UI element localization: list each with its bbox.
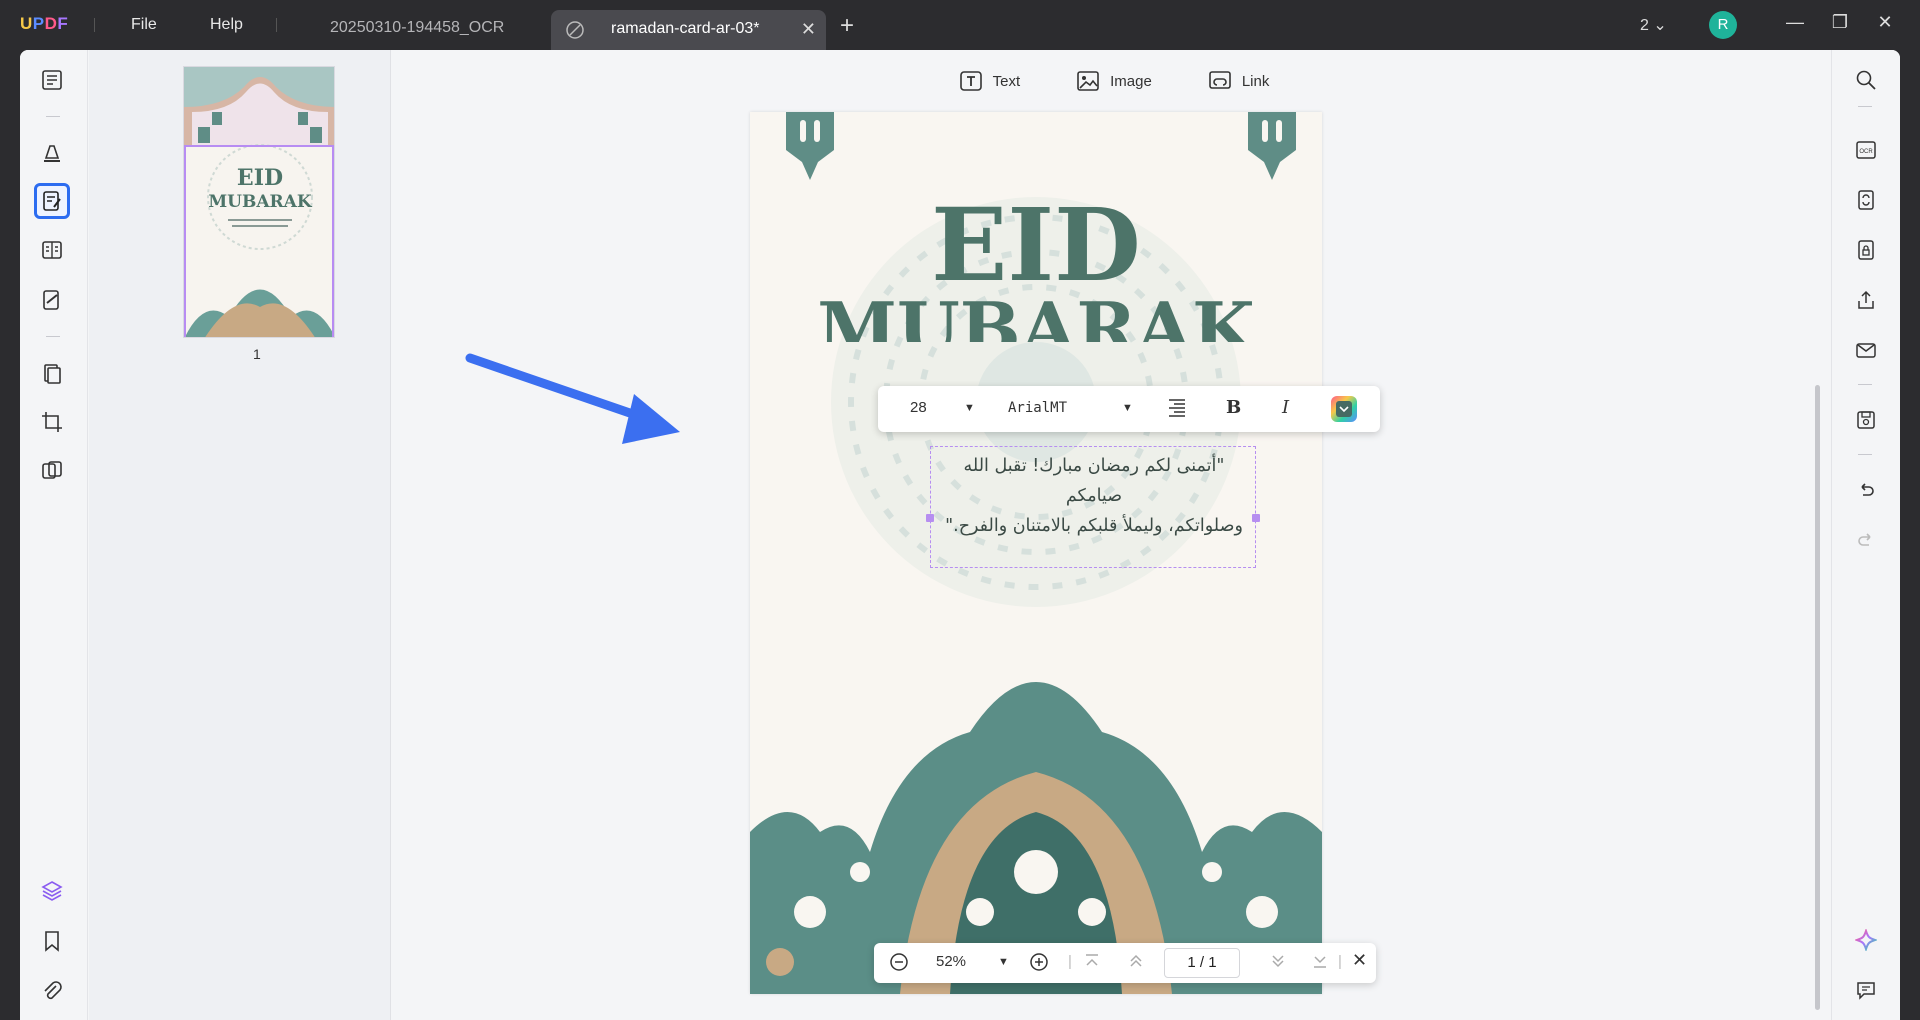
app-logo: UPDF [20,14,69,33]
ai-assistant-icon[interactable] [1852,926,1880,954]
next-page-icon[interactable] [1268,951,1288,975]
bookmark-icon[interactable] [34,923,70,959]
arabic-line-1: "أتمنى لكم رمضان مبارك! تقبل الله صيامكم [963,456,1225,506]
page-number-input[interactable]: 1 / 1 [1164,948,1240,978]
window-count-value: 2 [1640,17,1649,34]
fill-sign-icon[interactable] [34,282,70,318]
close-icon[interactable]: ✕ [801,19,816,40]
edit-toolbar: Text Image Link [392,50,1832,112]
protect-icon[interactable] [1852,236,1880,264]
add-text-button[interactable]: Text [959,69,1021,93]
avatar[interactable]: R [1709,11,1737,39]
last-page-icon[interactable] [1310,951,1330,975]
redo-icon[interactable] [1852,526,1880,554]
previous-page-icon[interactable] [1126,951,1146,975]
close-window-icon[interactable]: ✕ [1873,12,1897,36]
comments-icon[interactable] [1852,976,1880,1004]
add-tab-icon[interactable]: + [840,12,854,40]
svg-text:OCR: OCR [1859,149,1873,155]
convert-icon[interactable] [1852,186,1880,214]
separator [94,18,95,32]
title-bar: UPDF File Help 20250310-194458_OCR ramad… [0,0,1920,50]
zoom-in-icon[interactable] [1028,951,1050,977]
divider [46,336,60,337]
arabic-greeting-text[interactable]: "أتمنى لكم رمضان مبارك! تقبل الله صيامكم… [943,451,1245,541]
tab-ocr-document[interactable]: 20250310-194458_OCR [330,19,504,37]
document-canvas: Text Image Link EID MUBARAK "أتمنى لكم ر… [392,50,1832,1020]
chevron-down-icon[interactable]: ▼ [964,402,975,414]
add-link-label: Link [1241,72,1270,90]
arabic-line-2: وصلواتكم، وليملأ قلبكم بالامتنان والفرح.… [945,516,1243,536]
minimize-icon[interactable]: — [1783,12,1807,36]
ocr-icon[interactable]: OCR [1852,136,1880,164]
first-page-icon[interactable] [1082,951,1102,975]
add-text-label: Text [992,72,1021,90]
color-picker-icon [1331,396,1357,422]
reader-mode-icon[interactable] [34,62,70,98]
divider [46,116,60,117]
left-toolbar [20,50,88,1020]
zoom-out-icon[interactable] [888,951,910,977]
page-thumbnail[interactable]: EID MUBARAK [183,66,335,338]
thumbnail-panel: EID MUBARAK 1 [89,50,391,1020]
chevron-down-icon: ⌄ [1653,17,1667,34]
chevron-down-icon[interactable]: ▼ [1122,402,1133,414]
zoom-level-select[interactable]: 52% [936,953,966,970]
email-icon[interactable] [1852,336,1880,364]
page-navigation-bar: 52% ▼ | 1 / 1 | ✕ [874,943,1376,983]
font-size-select[interactable]: 28 [910,399,927,416]
thumbnail-selection [184,145,334,337]
restore-icon[interactable]: ❐ [1828,12,1852,36]
text-color-picker[interactable] [1330,395,1358,427]
image-tool-icon [1077,71,1099,91]
chevron-down-icon[interactable]: ▼ [998,956,1009,968]
separator [276,18,277,32]
share-icon[interactable] [1852,286,1880,314]
resize-handle-left[interactable] [926,514,934,522]
vertical-scrollbar[interactable] [1815,385,1820,1010]
page-tools-icon[interactable] [34,356,70,392]
search-icon[interactable] [1852,66,1880,94]
tab-ramadan-card[interactable]: ramadan-card-ar-03* ✕ [551,10,826,50]
edit-pen-icon [566,21,584,39]
separator: | [1068,953,1072,970]
text-tool-icon [959,71,982,91]
divider [1858,106,1872,107]
text-format-toolbar: 28 ▼ ArialMT ▼ B I [878,386,1380,432]
card-title-mubarak[interactable]: MUBARAK [750,284,1322,342]
link-tool-icon [1209,71,1231,89]
undo-icon[interactable] [1852,476,1880,504]
menu-file[interactable]: File [131,16,157,34]
close-navigation-icon[interactable]: ✕ [1352,950,1367,971]
main-frame: EID MUBARAK 1 Text Image Link EID MUBARA… [20,50,1900,1020]
add-image-button[interactable]: Image [1076,69,1152,93]
organize-pages-icon[interactable] [34,232,70,268]
right-toolbar: OCR [1831,50,1900,1020]
crop-icon[interactable] [34,404,70,440]
selected-text-box[interactable]: "أتمنى لكم رمضان مبارك! تقبل الله صيامكم… [926,446,1260,568]
window-count[interactable]: 2 ⌄ [1640,15,1667,35]
italic-button[interactable]: I [1282,397,1289,418]
bold-button[interactable]: B [1226,397,1241,418]
divider [1858,384,1872,385]
separator: | [1338,953,1342,970]
text-align-icon[interactable] [1166,396,1188,422]
resize-handle-right[interactable] [1252,514,1260,522]
comment-highlighter-icon[interactable] [34,134,70,170]
save-icon[interactable] [1852,406,1880,434]
attachment-icon[interactable] [34,973,70,1009]
add-image-label: Image [1110,72,1152,90]
annotation-arrow [465,353,680,444]
menu-help[interactable]: Help [210,16,243,34]
thumbnail-page-number: 1 [253,346,261,362]
layers-icon[interactable] [34,873,70,909]
add-link-button[interactable]: Link [1208,69,1270,93]
tab-label: ramadan-card-ar-03* [611,20,760,37]
compare-icon[interactable] [34,453,70,489]
edit-pdf-icon[interactable] [34,183,70,219]
font-family-select[interactable]: ArialMT [1008,400,1067,416]
divider [1858,454,1872,455]
